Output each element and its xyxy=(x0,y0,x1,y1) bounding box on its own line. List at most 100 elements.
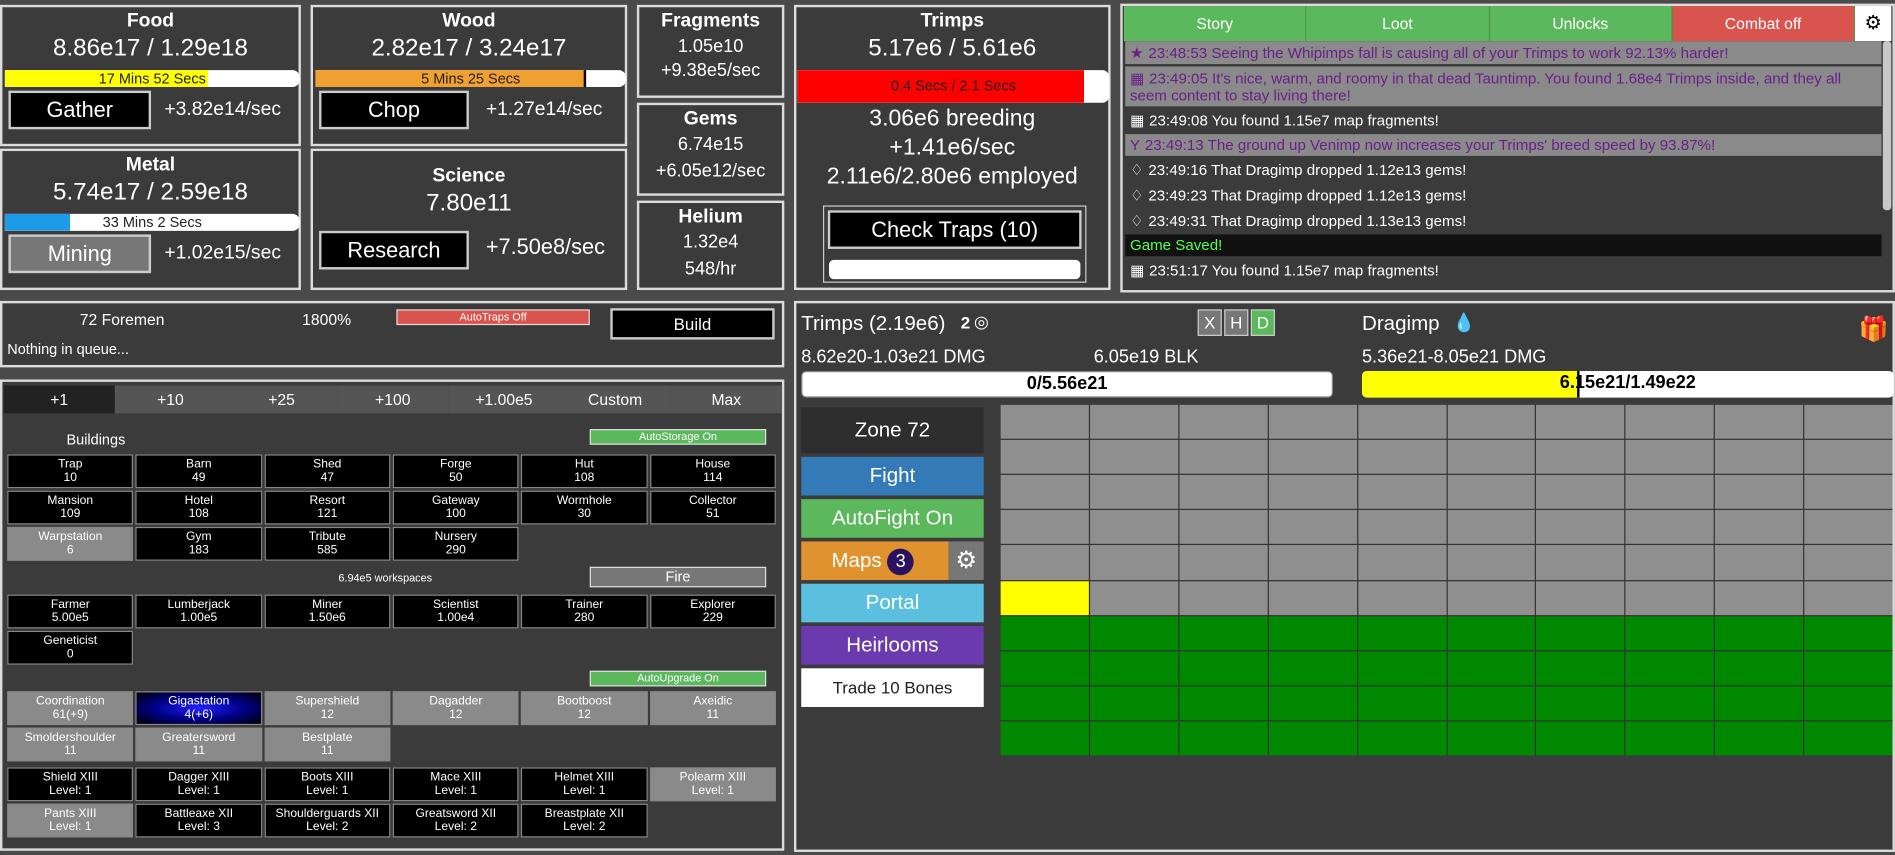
grid-cell[interactable] xyxy=(1625,404,1714,439)
grid-cell[interactable] xyxy=(1804,545,1893,580)
grid-cell[interactable] xyxy=(1000,651,1089,685)
grid-cell[interactable] xyxy=(1715,580,1804,615)
item-button[interactable]: Forge 50 xyxy=(392,454,519,489)
grid-cell[interactable] xyxy=(1625,545,1714,580)
grid-cell[interactable] xyxy=(1268,475,1357,510)
grid-cell[interactable] xyxy=(1447,475,1536,510)
grid-cell[interactable] xyxy=(1268,615,1357,650)
grid-cell[interactable] xyxy=(1715,651,1804,685)
buy-tab[interactable]: +100 xyxy=(337,385,449,414)
grid-cell[interactable] xyxy=(1536,615,1625,650)
grid-cell[interactable] xyxy=(1357,510,1446,545)
grid-cell[interactable] xyxy=(1000,440,1089,474)
tab-unlocks[interactable]: Unlocks xyxy=(1489,6,1673,42)
grid-cell[interactable] xyxy=(1357,475,1446,510)
item-button[interactable]: Smoldershoulder 11 xyxy=(7,727,134,762)
check-traps-button[interactable]: Check Traps (10) xyxy=(827,210,1082,249)
grid-cell[interactable] xyxy=(1715,404,1804,439)
item-button[interactable]: Gym 183 xyxy=(135,526,262,561)
buy-tab[interactable]: Custom xyxy=(559,385,671,414)
item-button[interactable]: Mansion 109 xyxy=(7,490,134,525)
grid-cell[interactable] xyxy=(1357,651,1446,685)
item-button[interactable]: Supershield 12 xyxy=(264,691,391,726)
grid-cell[interactable] xyxy=(1715,545,1804,580)
maps-button[interactable]: Maps 3 xyxy=(801,541,949,581)
grid-cell[interactable] xyxy=(1536,475,1625,510)
grid-cell[interactable] xyxy=(1447,404,1536,439)
item-button[interactable]: Collector 51 xyxy=(649,490,776,525)
portal-button[interactable]: Portal xyxy=(801,583,984,623)
grid-cell[interactable] xyxy=(1357,615,1446,650)
heirlooms-button[interactable]: Heirlooms xyxy=(801,626,984,665)
item-button[interactable]: Gateway 100 xyxy=(392,490,519,525)
grid-cell[interactable] xyxy=(1625,440,1714,474)
grid-cell[interactable] xyxy=(1268,721,1357,756)
buy-tab[interactable]: +1.00e5 xyxy=(448,385,560,414)
trade-bones-button[interactable]: Trade 10 Bones xyxy=(801,668,984,707)
grid-cell[interactable] xyxy=(1089,651,1179,685)
grid-cell[interactable] xyxy=(1089,510,1179,545)
grid-cell[interactable] xyxy=(1000,545,1089,580)
grid-cell[interactable] xyxy=(1804,580,1893,615)
grid-cell[interactable] xyxy=(1447,615,1536,650)
grid-cell[interactable] xyxy=(1804,651,1893,685)
grid-cell[interactable] xyxy=(1715,615,1804,650)
grid-cell[interactable] xyxy=(1625,651,1714,685)
grid-cell[interactable] xyxy=(1804,721,1893,756)
autotraps-toggle[interactable]: AutoTraps Off xyxy=(396,309,590,326)
item-button[interactable]: Pants XIII Level: 1 xyxy=(7,803,134,838)
item-button[interactable]: Gigastation 4(+6) xyxy=(135,691,262,726)
autofight-button[interactable]: AutoFight On xyxy=(801,499,984,538)
grid-cell[interactable] xyxy=(1000,686,1089,721)
item-button[interactable]: Hotel 108 xyxy=(135,490,262,525)
grid-cell[interactable] xyxy=(1089,440,1179,474)
grid-cell[interactable] xyxy=(1447,686,1536,721)
grid-cell[interactable] xyxy=(1179,721,1268,756)
grid-cell[interactable] xyxy=(1536,545,1625,580)
grid-cell[interactable] xyxy=(1268,651,1357,685)
grid-cell[interactable] xyxy=(1000,475,1089,510)
grid-cell[interactable] xyxy=(1179,686,1268,721)
grid-cell[interactable] xyxy=(1089,721,1179,756)
item-button[interactable]: Dagger XIII Level: 1 xyxy=(135,767,262,802)
grid-cell[interactable] xyxy=(1268,580,1357,615)
item-button[interactable]: Miner 1.50e6 xyxy=(264,594,391,629)
item-button[interactable]: Wormhole 30 xyxy=(521,490,648,525)
chop-button[interactable]: Chop xyxy=(319,90,469,130)
item-button[interactable]: Polearm XIII Level: 1 xyxy=(649,767,776,802)
grid-cell[interactable] xyxy=(1536,651,1625,685)
item-button[interactable]: Trainer 280 xyxy=(521,594,648,629)
item-button[interactable]: Breastplate XII Level: 2 xyxy=(521,803,648,838)
item-button[interactable]: Dagadder 12 xyxy=(392,691,519,726)
item-button[interactable]: Helmet XIII Level: 1 xyxy=(521,767,648,802)
h-toggle[interactable]: H xyxy=(1224,309,1249,336)
item-button[interactable]: Bootboost 12 xyxy=(521,691,648,726)
grid-cell[interactable] xyxy=(1179,580,1268,615)
grid-cell[interactable] xyxy=(1804,475,1893,510)
grid-cell[interactable] xyxy=(1536,440,1625,474)
gift-icon[interactable]: 🎁 xyxy=(1859,314,1889,344)
grid-cell[interactable] xyxy=(1000,580,1089,615)
grid-cell[interactable] xyxy=(1625,686,1714,721)
item-button[interactable]: Battleaxe XII Level: 3 xyxy=(135,803,262,838)
grid-cell[interactable] xyxy=(1804,404,1893,439)
grid-cell[interactable] xyxy=(1625,615,1714,650)
build-button[interactable]: Build xyxy=(610,308,775,340)
grid-cell[interactable] xyxy=(1089,475,1179,510)
item-button[interactable]: Axeidic 11 xyxy=(649,691,776,726)
grid-cell[interactable] xyxy=(1179,404,1268,439)
grid-cell[interactable] xyxy=(1268,404,1357,439)
mining-button[interactable]: Mining xyxy=(8,234,152,274)
log-settings-gear-icon[interactable]: ⚙ xyxy=(1855,6,1892,42)
item-button[interactable]: Farmer 5.00e5 xyxy=(7,594,134,629)
grid-cell[interactable] xyxy=(1536,580,1625,615)
log-scrollbar[interactable] xyxy=(1882,41,1892,211)
grid-cell[interactable] xyxy=(1089,580,1179,615)
gather-button[interactable]: Gather xyxy=(8,90,152,130)
grid-cell[interactable] xyxy=(1447,721,1536,756)
grid-cell[interactable] xyxy=(1089,404,1179,439)
item-button[interactable]: Bestplate 11 xyxy=(264,727,391,762)
grid-cell[interactable] xyxy=(1447,580,1536,615)
grid-cell[interactable] xyxy=(1179,615,1268,650)
grid-cell[interactable] xyxy=(1268,440,1357,474)
